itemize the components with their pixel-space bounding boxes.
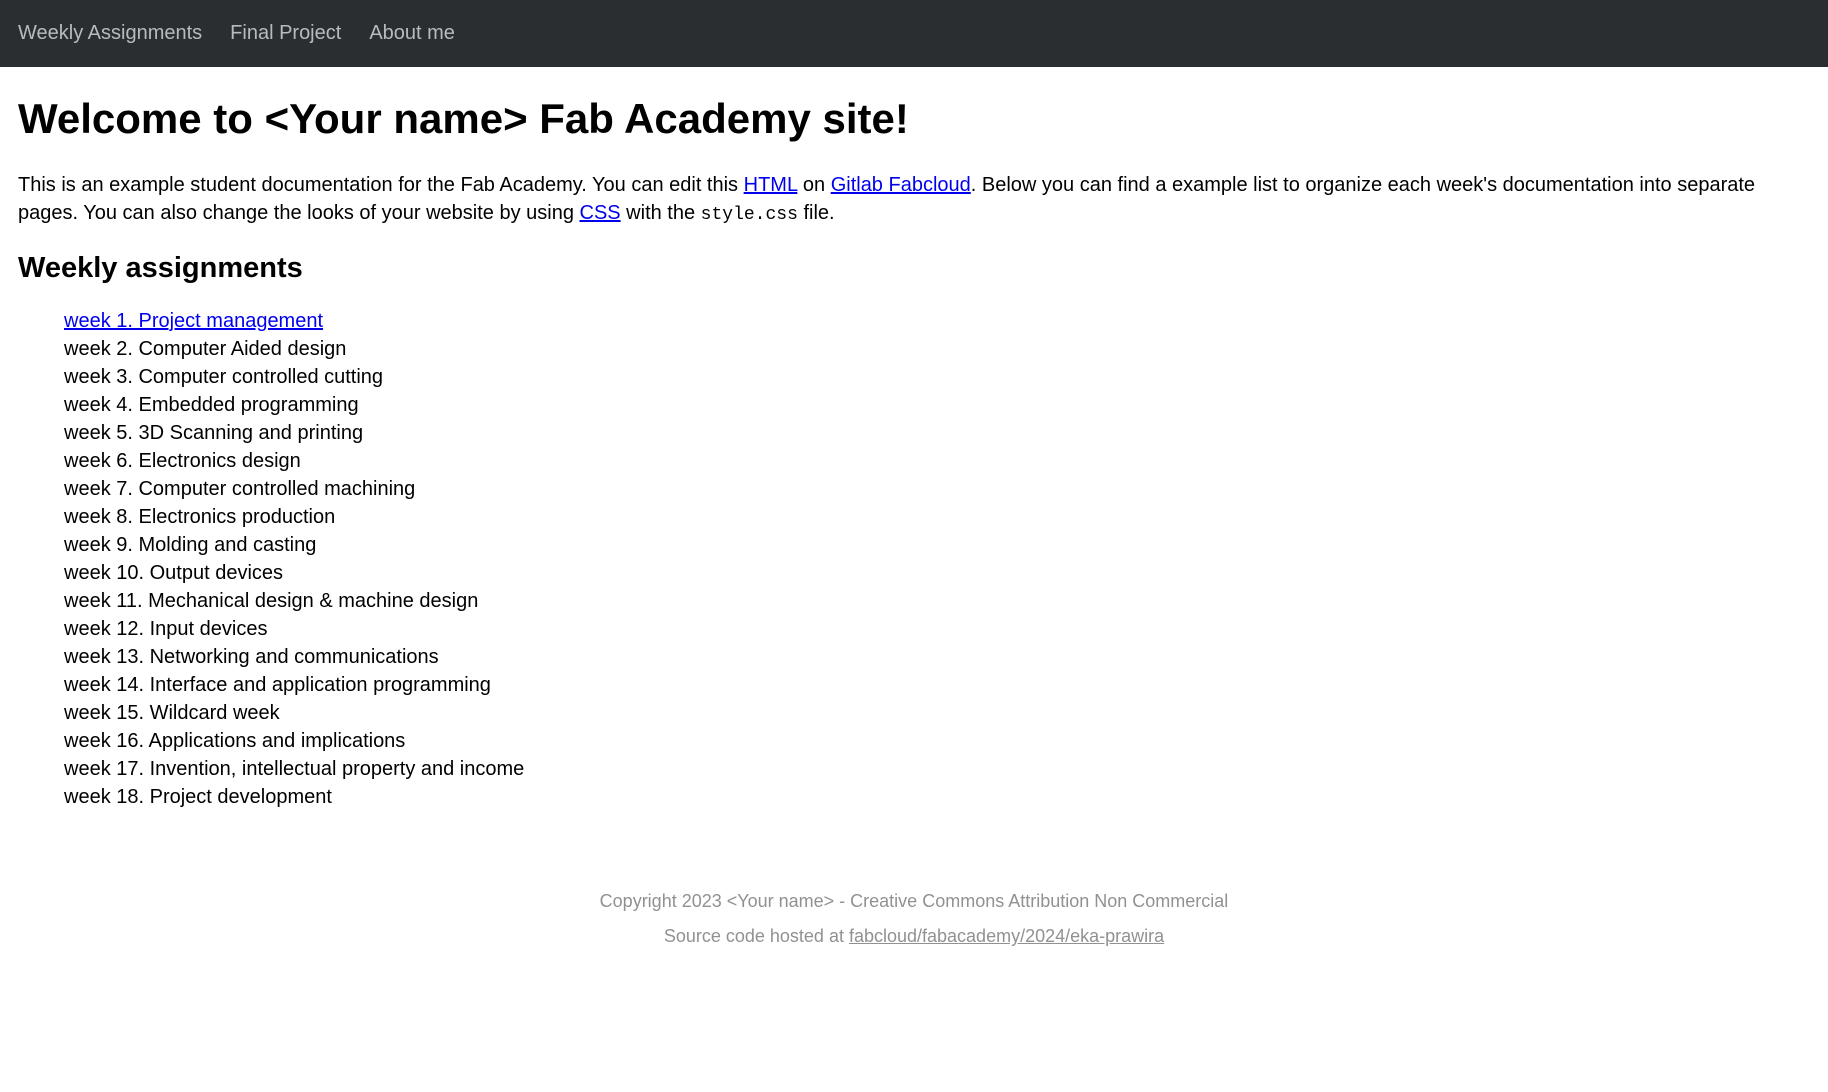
footer: Copyright 2023 <Your name> - Creative Co… [18, 811, 1810, 981]
intro-text-2: on [797, 174, 830, 196]
list-item: week 2. Computer Aided design [64, 335, 1810, 363]
list-item: week 8. Electronics production [64, 503, 1810, 531]
list-item: week 15. Wildcard week [64, 699, 1810, 727]
html-link[interactable]: HTML [744, 174, 798, 196]
weeks-list: week 1. Project management week 2. Comput… [18, 307, 1810, 811]
nav-final-project[interactable]: Final Project [230, 22, 341, 45]
nav-about-me[interactable]: About me [369, 22, 455, 45]
list-item: week 10. Output devices [64, 559, 1810, 587]
footer-source-prefix: Source code hosted at [664, 926, 849, 946]
page-title: Welcome to <Your name> Fab Academy site! [18, 95, 1810, 143]
gitlab-fabcloud-link[interactable]: Gitlab Fabcloud [831, 174, 971, 196]
week-link-1[interactable]: week 1. Project management [64, 310, 323, 332]
list-item: week 1. Project management [64, 307, 1810, 335]
footer-source-link[interactable]: fabcloud/fabacademy/2024/eka-prawira [849, 926, 1164, 946]
footer-source: Source code hosted at fabcloud/fabacadem… [18, 926, 1810, 947]
style-css-code: style.css [701, 205, 798, 225]
intro-text-5: file. [798, 202, 835, 224]
css-link[interactable]: CSS [580, 202, 621, 224]
main-content: Welcome to <Your name> Fab Academy site!… [0, 67, 1828, 981]
list-item: week 13. Networking and communications [64, 643, 1810, 671]
list-item: week 16. Applications and implications [64, 727, 1810, 755]
weekly-assignments-heading: Weekly assignments [18, 252, 1810, 285]
list-item: week 12. Input devices [64, 615, 1810, 643]
top-nav: Weekly Assignments Final Project About m… [0, 0, 1828, 67]
list-item: week 11. Mechanical design & machine des… [64, 587, 1810, 615]
nav-weekly-assignments[interactable]: Weekly Assignments [18, 22, 202, 45]
list-item: week 6. Electronics design [64, 447, 1810, 475]
intro-text-1: This is an example student documentation… [18, 174, 744, 196]
intro-text-4: with the [621, 202, 701, 224]
footer-copyright: Copyright 2023 <Your name> - Creative Co… [18, 891, 1810, 912]
list-item: week 9. Molding and casting [64, 531, 1810, 559]
list-item: week 3. Computer controlled cutting [64, 363, 1810, 391]
list-item: week 18. Project development [64, 783, 1810, 811]
list-item: week 4. Embedded programming [64, 391, 1810, 419]
list-item: week 17. Invention, intellectual propert… [64, 755, 1810, 783]
list-item: week 7. Computer controlled machining [64, 475, 1810, 503]
intro-paragraph: This is an example student documentation… [18, 171, 1810, 228]
list-item: week 14. Interface and application progr… [64, 671, 1810, 699]
list-item: week 5. 3D Scanning and printing [64, 419, 1810, 447]
